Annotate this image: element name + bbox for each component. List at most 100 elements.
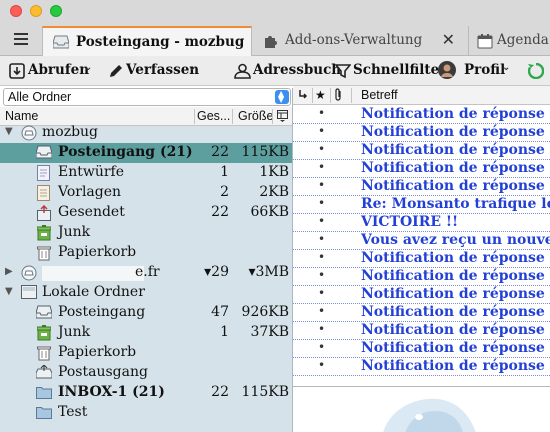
- folder-size: 2KB: [259, 184, 289, 200]
- folder-row-trash[interactable]: Papierkorb: [0, 243, 292, 263]
- column-unread[interactable]: Ges...: [197, 109, 230, 123]
- message-row[interactable]: • Notification de réponse à un sujet: [293, 268, 550, 286]
- thread-column-header: ★ Betreff: [293, 86, 550, 105]
- read-status-icon[interactable]: •: [318, 340, 325, 354]
- message-row[interactable]: • Notification de réponse à un sujet: [293, 340, 550, 358]
- folder-row-drafts[interactable]: Entwürfe 1 1KB: [0, 163, 292, 183]
- window-close-button[interactable]: [10, 5, 22, 17]
- folder-row-templates[interactable]: Vorlagen 2 2KB: [0, 183, 292, 203]
- read-status-icon[interactable]: •: [318, 160, 325, 174]
- folder-size: 926KB: [241, 304, 289, 320]
- close-icon[interactable]: ✕: [442, 30, 455, 49]
- read-status-icon[interactable]: •: [318, 178, 325, 192]
- select-stepper-icon[interactable]: ▲ ▼: [275, 90, 289, 104]
- address-book-button[interactable]: Adressbuch: [234, 62, 341, 82]
- profile-button[interactable]: Profil ⌄: [438, 61, 518, 82]
- folder-name: Posteingang: [58, 304, 146, 320]
- message-row[interactable]: • Notification de réponse à un sujet: [293, 178, 550, 196]
- read-status-icon[interactable]: •: [318, 250, 325, 264]
- collapse-twisty-icon[interactable]: ▶: [5, 266, 13, 277]
- folder-row-test[interactable]: Test: [0, 403, 292, 423]
- window-minimize-button[interactable]: [30, 5, 42, 17]
- tab-addons[interactable]: Add-ons-Verwaltung ✕: [255, 26, 465, 56]
- message-row[interactable]: • Notification de réponse à un sujet: [293, 160, 550, 178]
- read-status-icon[interactable]: •: [318, 196, 325, 210]
- folder-row-inbox[interactable]: Posteingang (21) 22 115KB: [0, 143, 292, 163]
- read-status-icon[interactable]: •: [318, 304, 325, 318]
- folder-row-inbox-1[interactable]: INBOX-1 (21) 22 115KB: [0, 383, 292, 403]
- thread-icon[interactable]: [299, 90, 308, 101]
- folder-name: INBOX-1 (21): [58, 384, 165, 400]
- read-status-icon[interactable]: •: [318, 286, 325, 300]
- read-status-icon[interactable]: •: [318, 106, 325, 120]
- folder-row-junk[interactable]: Junk: [0, 223, 292, 243]
- chevron-down-icon[interactable]: ⌄: [502, 62, 510, 73]
- read-status-icon[interactable]: •: [318, 232, 325, 246]
- message-row[interactable]: • Re: Monsanto trafique les études sur: [293, 196, 550, 214]
- folder-row-sent[interactable]: Gesendet 22 66KB: [0, 203, 292, 223]
- folder-icon: [36, 387, 52, 399]
- message-subject: Re: Monsanto trafique les études sur: [361, 196, 550, 212]
- account-row-mozbug[interactable]: ▼ mozbug: [0, 123, 292, 143]
- message-row[interactable]: • Notification de réponse à un sujet: [293, 286, 550, 304]
- column-subject[interactable]: Betreff: [361, 88, 398, 102]
- read-status-icon[interactable]: •: [318, 268, 325, 282]
- star-icon[interactable]: ★: [315, 88, 326, 102]
- folder-pane: Name Ges... Größe ▼ mozbug Posteingang (…: [0, 107, 292, 432]
- folder-mode-value: Alle Ordner: [8, 90, 72, 104]
- thread-pane: ★ Betreff • Notification de réponse à un …: [293, 86, 550, 386]
- read-status-icon[interactable]: •: [318, 322, 325, 336]
- chevron-down-icon[interactable]: ⌄: [84, 62, 92, 73]
- folder-row-local-inbox[interactable]: Posteingang 47 926KB: [0, 303, 292, 323]
- message-row[interactable]: • VICTOIRE !!: [293, 214, 550, 232]
- expand-twisty-icon[interactable]: ▼: [5, 126, 13, 137]
- drafts-icon: [37, 165, 50, 181]
- message-row[interactable]: • Notification de réponse à un sujet: [293, 124, 550, 142]
- column-picker-icon[interactable]: [277, 110, 288, 122]
- expand-twisty-icon[interactable]: ▼: [5, 286, 13, 297]
- account-row-second[interactable]: ▶ e.fr ▾29 ▾3MB: [0, 263, 292, 283]
- read-status-icon[interactable]: •: [318, 214, 325, 228]
- extension-button[interactable]: [528, 62, 550, 82]
- read-status-icon[interactable]: •: [318, 358, 325, 372]
- app-menu-button[interactable]: [7, 26, 35, 52]
- pencil-icon: [110, 65, 122, 77]
- message-row[interactable]: • Vous avez reçu un nouveau message: [293, 232, 550, 250]
- folder-unread-count: 22: [211, 204, 229, 220]
- account-row-local-folders[interactable]: ▼ Lokale Ordner: [0, 283, 292, 303]
- get-messages-button[interactable]: Abrufen ⌄: [9, 62, 95, 82]
- folder-unread-count: 22: [211, 144, 229, 160]
- message-row[interactable]: • Notification de réponse à un sujet: [293, 322, 550, 340]
- folder-unread-count: 1: [220, 324, 229, 340]
- folder-name: Test: [58, 404, 88, 420]
- message-row[interactable]: • Notification de réponse à un sujet: [293, 106, 550, 124]
- folder-row-local-trash[interactable]: Papierkorb: [0, 343, 292, 363]
- chevron-down-icon[interactable]: ⌄: [188, 62, 196, 73]
- tab-label: Agenda: [497, 32, 549, 48]
- read-status-icon[interactable]: •: [318, 124, 325, 138]
- message-subject: VICTOIRE !!: [361, 214, 459, 230]
- message-subject: Notification de réponse à un sujet: [361, 358, 550, 374]
- message-subject: Notification de réponse à un sujet: [361, 124, 550, 140]
- refresh-icon: [528, 63, 544, 79]
- message-subject: Notification de réponse à un sujet: [361, 142, 550, 158]
- redacted-account-name: [42, 266, 144, 281]
- column-name[interactable]: Name: [5, 109, 38, 123]
- compose-button[interactable]: Verfassen ⌄: [108, 62, 200, 82]
- message-row[interactable]: • Notification de réponse à un sujet: [293, 142, 550, 160]
- folder-mode-select[interactable]: Alle Ordner ▲ ▼: [3, 88, 291, 106]
- folder-name: Junk: [58, 224, 91, 240]
- tab-agenda[interactable]: Agenda: [468, 26, 550, 56]
- message-row[interactable]: • Notification de réponse à un sujet: [293, 250, 550, 268]
- folder-size: 37KB: [250, 324, 289, 340]
- read-status-icon[interactable]: •: [318, 142, 325, 156]
- folder-row-outbox[interactable]: Postausgang: [0, 363, 292, 383]
- window-maximize-button[interactable]: [50, 5, 62, 17]
- attachment-icon[interactable]: [334, 88, 343, 102]
- quick-filter-button[interactable]: Schnellfilter: [335, 62, 446, 82]
- tab-inbox[interactable]: Posteingang - mozbug: [42, 26, 252, 57]
- column-size[interactable]: Größe: [238, 109, 273, 123]
- folder-row-local-junk[interactable]: Junk 1 37KB: [0, 323, 292, 343]
- message-row[interactable]: • Notification de réponse à un sujet: [293, 304, 550, 322]
- message-row[interactable]: • Notification de réponse à un sujet: [293, 358, 550, 376]
